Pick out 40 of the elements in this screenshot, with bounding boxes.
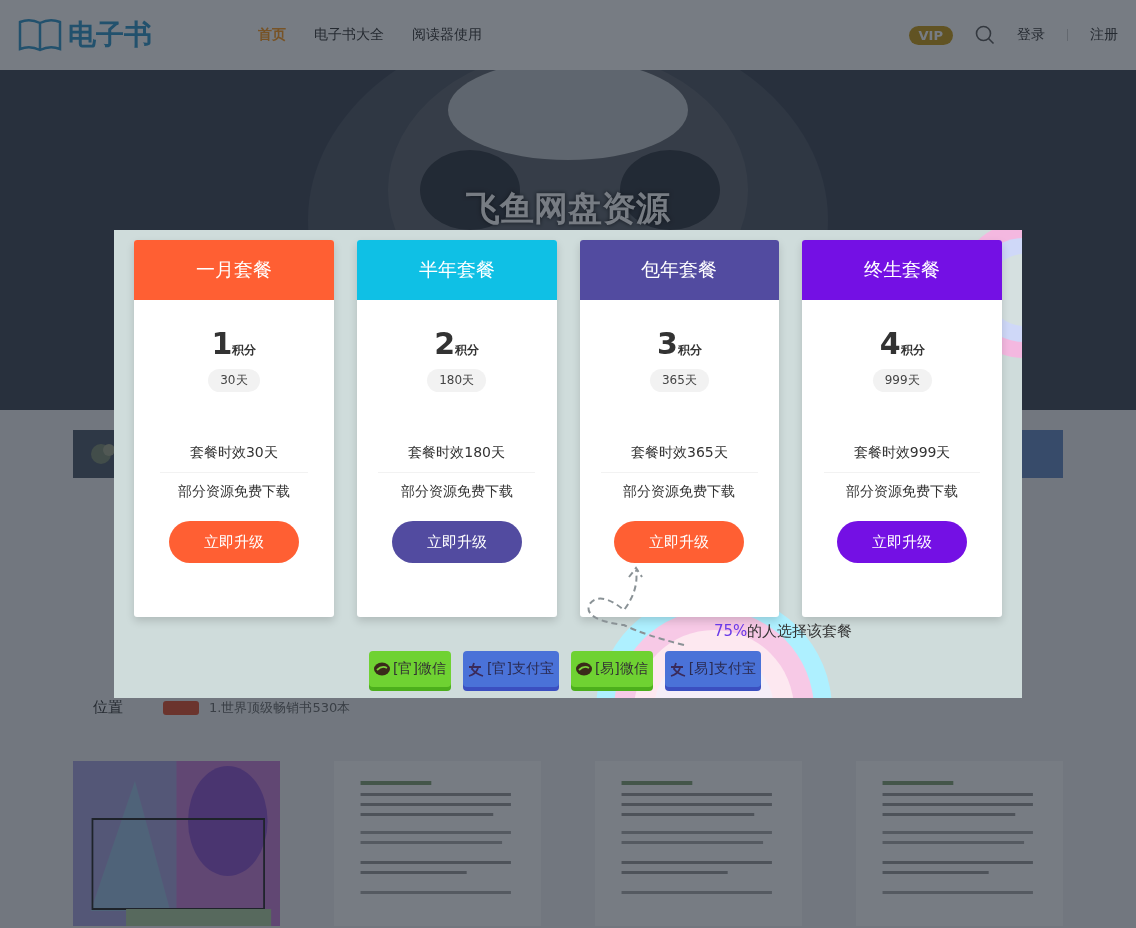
feature-text: 套餐时效30天 [159,434,308,473]
feature-text: 套餐时效365天 [601,434,758,473]
price-points: 4 [879,326,901,361]
duration-chip: 365天 [649,369,709,392]
search-icon[interactable] [975,25,995,45]
upgrade-button[interactable]: 立即升级 [168,521,299,563]
popularity-note: 75%的人选择该套餐 [714,622,853,641]
feature-text: 套餐时效180天 [378,434,535,473]
duration-chip: 30天 [208,369,260,392]
nav-link[interactable]: 电子书大全 [314,26,384,44]
tag-chip [163,700,199,715]
feature-text: 套餐时效999天 [823,434,981,473]
site-logo[interactable]: 电子书 [68,16,152,54]
upgrade-button[interactable]: 立即升级 [391,521,522,563]
plan-title: 半年套餐 [356,240,557,300]
feature-text: 部分资源免费下载 [845,482,960,501]
duration-chip: 180天 [427,369,487,392]
login-link[interactable]: 登录 [1017,26,1045,44]
hero-title: 飞鱼网盘资源 [465,187,671,230]
book-icon [18,18,62,52]
feature-text: 部分资源免费下载 [399,482,514,501]
upgrade-button[interactable]: 立即升级 [837,521,968,563]
location-label: 位置 [93,698,123,717]
vip-badge[interactable]: VIP [908,25,953,45]
duration-chip: 999天 [872,369,932,392]
price-points: 1 [211,326,233,361]
price-points: 2 [434,326,456,361]
price-unit: 积分 [455,343,480,359]
price-points: 3 [656,326,678,361]
plan-title: 终生套餐 [802,240,1002,300]
price-unit: 积分 [677,343,702,359]
plan-title: 一月套餐 [134,240,334,300]
price-unit: 积分 [232,343,257,359]
upgrade-button[interactable]: 立即升级 [614,521,745,563]
nav-link[interactable]: 阅读器使用 [412,26,482,44]
feature-text: 部分资源免费下载 [176,482,291,501]
feature-text: 部分资源免费下载 [622,482,737,501]
plan-title: 包年套餐 [579,240,780,300]
register-link[interactable]: 注册 [1090,26,1118,44]
price-unit: 积分 [900,343,925,359]
